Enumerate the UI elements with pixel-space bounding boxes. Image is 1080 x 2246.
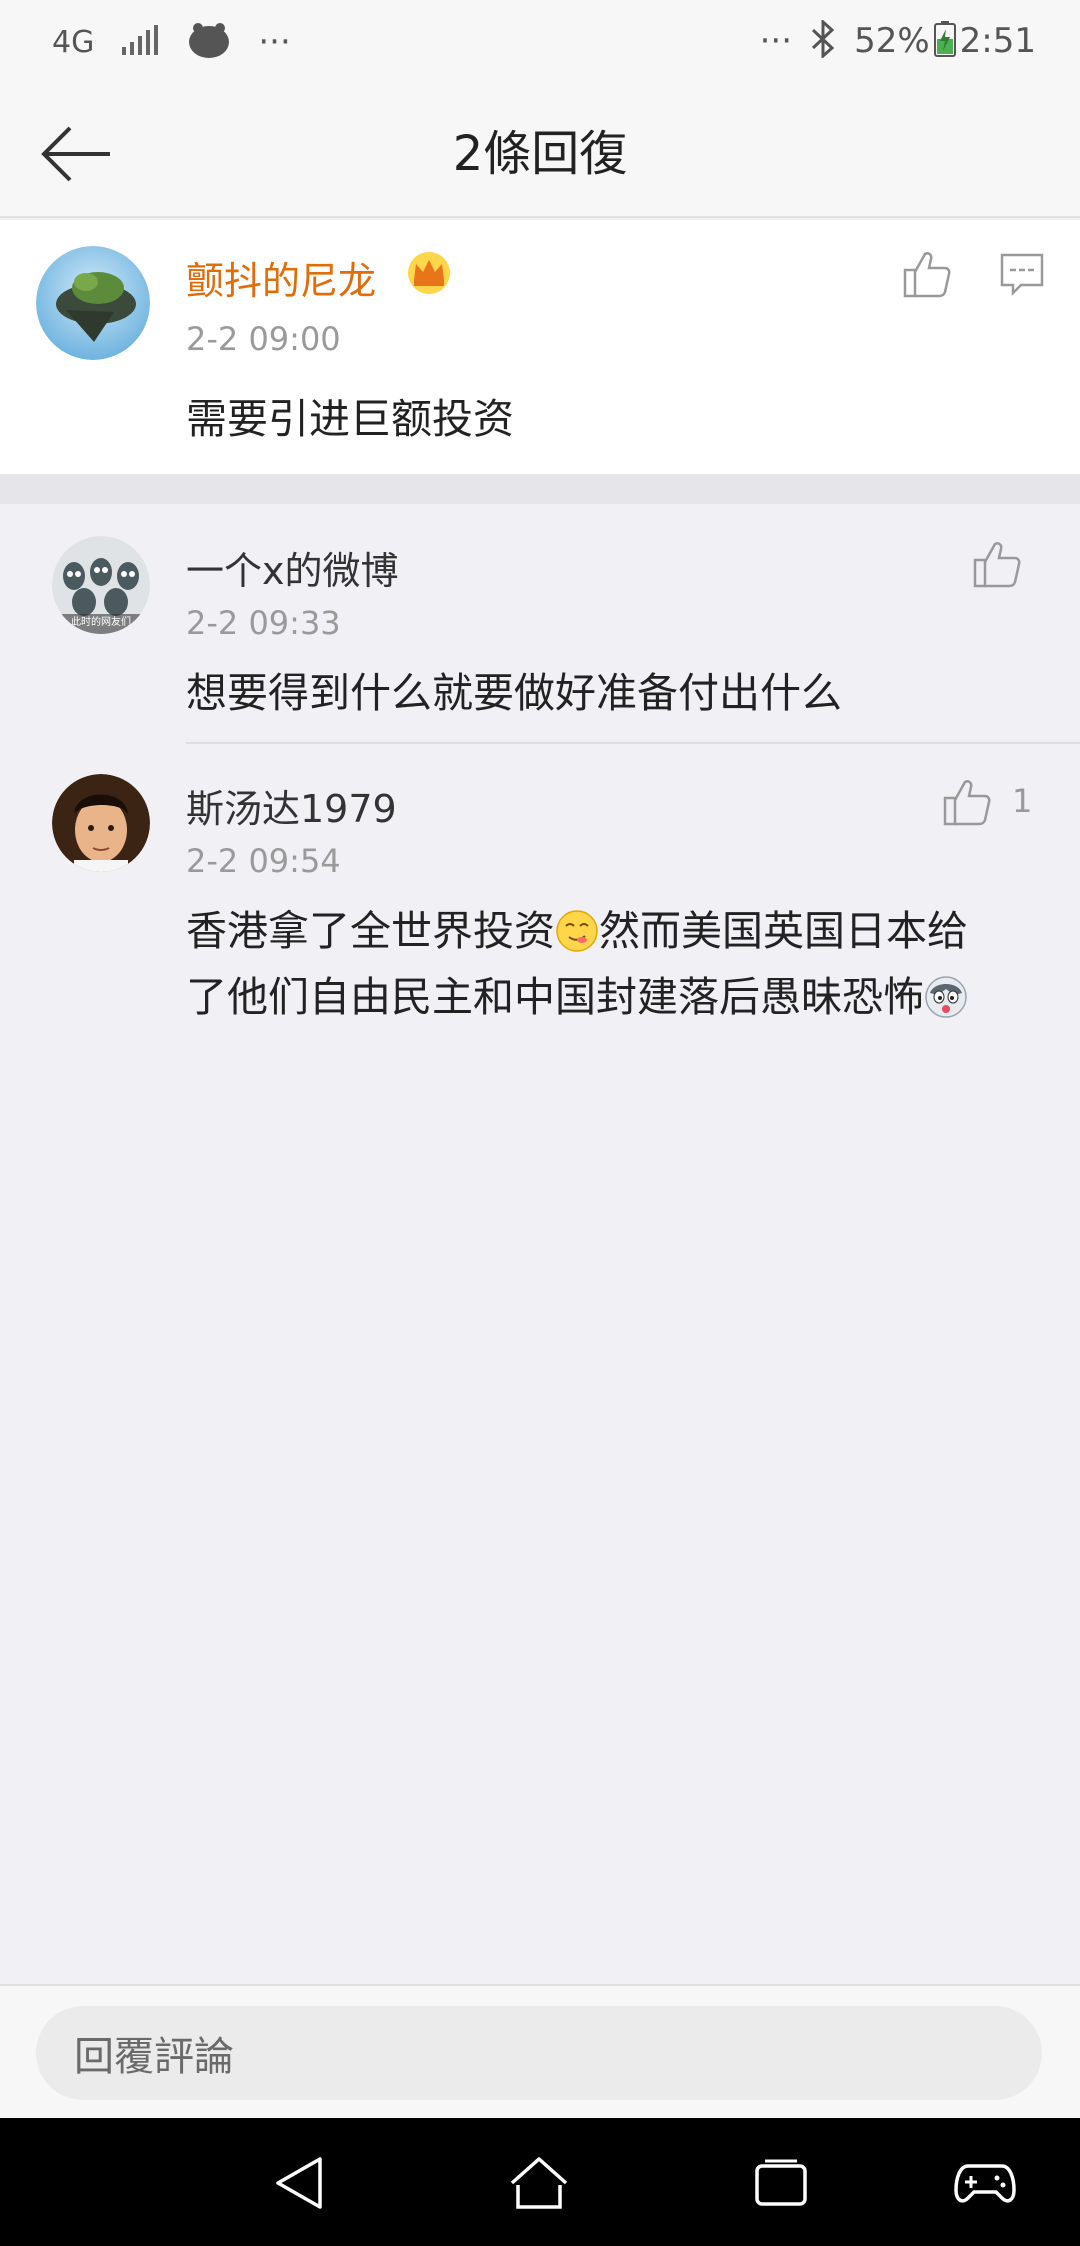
like-button[interactable] (896, 244, 956, 304)
like-button[interactable] (966, 534, 1026, 594)
comment-text: 香港拿了全世界投资 然而美国英国日本给 了他们自由民主和中国封建落后愚昧恐怖 (186, 898, 1026, 1030)
signal-icon (120, 25, 160, 59)
nav-home-button[interactable] (504, 2148, 574, 2218)
comment-text-segment: 了他们自由民主和中国封建落后愚昧恐怖 (186, 973, 924, 1021)
comment-text-segment: 然而美国英国日本给 (599, 907, 968, 955)
avatar[interactable] (36, 246, 150, 360)
comment-text: 想要得到什么就要做好准备付出什么 (186, 669, 842, 717)
home-icon (510, 2157, 568, 2209)
comment-icon (1000, 253, 1044, 296)
status-bar: 4G ··· ··· 52% 2:51 (0, 0, 1080, 90)
app-notification-icon (186, 20, 232, 64)
reply-input-bar: 回覆評論 (0, 1984, 1080, 2118)
system-nav-bar (0, 2118, 1080, 2246)
bluetooth-icon (810, 18, 836, 62)
reply-list: 此时的网友们 一个x的微博 2-2 09:33 想要得到什么就要做好准备付出什么 (0, 504, 1080, 1044)
thumbs-up-icon (973, 542, 1021, 588)
back-arrow-icon (41, 126, 110, 182)
main-comment-card: 颤抖的尼龙 2-2 09:00 需要引进巨额投资 (0, 220, 1080, 474)
comment-timestamp: 2-2 09:33 (186, 604, 341, 642)
reply-button[interactable] (992, 244, 1052, 304)
recents-icon (755, 2159, 807, 2206)
vip-crown-badge-icon (406, 250, 452, 300)
username[interactable]: 一个x的微博 (186, 540, 399, 595)
like-button[interactable] (936, 772, 996, 832)
nav-game-button[interactable] (950, 2148, 1020, 2218)
username[interactable]: 斯汤达1979 (186, 778, 397, 833)
drooling-face-emoji-icon (555, 906, 599, 952)
avatar-caption: 此时的网友们 (71, 617, 131, 628)
network-type: 4G (52, 24, 95, 60)
comment-text: 需要引进巨额投资 (186, 395, 514, 443)
page-title: 2條回復 (452, 126, 628, 182)
battery-icon (933, 21, 956, 61)
nav-back-button[interactable] (264, 2148, 334, 2218)
avatar[interactable]: 此时的网友们 (52, 536, 150, 634)
comment-timestamp: 2-2 09:54 (186, 842, 341, 880)
back-triangle-icon (276, 2157, 322, 2209)
avatar[interactable] (52, 774, 150, 872)
screen: 4G ··· ··· 52% 2:51 2條回復 颤抖的尼龙 2-2 09:00… (0, 0, 1080, 2246)
comment-timestamp: 2-2 09:00 (186, 320, 341, 358)
reply-input[interactable]: 回覆評論 (36, 2006, 1042, 2100)
nav-recents-button[interactable] (746, 2148, 816, 2218)
section-divider (0, 474, 1080, 504)
husky-emoji-icon (924, 972, 968, 1018)
right-more-indicator: ··· (759, 21, 793, 61)
thumbs-up-icon (943, 780, 991, 826)
left-more-indicator: ··· (258, 22, 291, 62)
clock: 2:51 (959, 21, 1036, 61)
divider (186, 742, 1080, 744)
top-nav-bar: 2條回復 (0, 90, 1080, 218)
battery-percent: 52% (854, 21, 930, 61)
reply-input-placeholder: 回覆評論 (74, 2034, 234, 2080)
username[interactable]: 颤抖的尼龙 (186, 250, 376, 305)
like-count: 1 (1012, 782, 1033, 820)
thumbs-up-icon (903, 252, 951, 298)
back-button[interactable] (34, 116, 118, 192)
comment-text-segment: 香港拿了全世界投资 (186, 907, 555, 955)
gamepad-icon (954, 2164, 1016, 2203)
